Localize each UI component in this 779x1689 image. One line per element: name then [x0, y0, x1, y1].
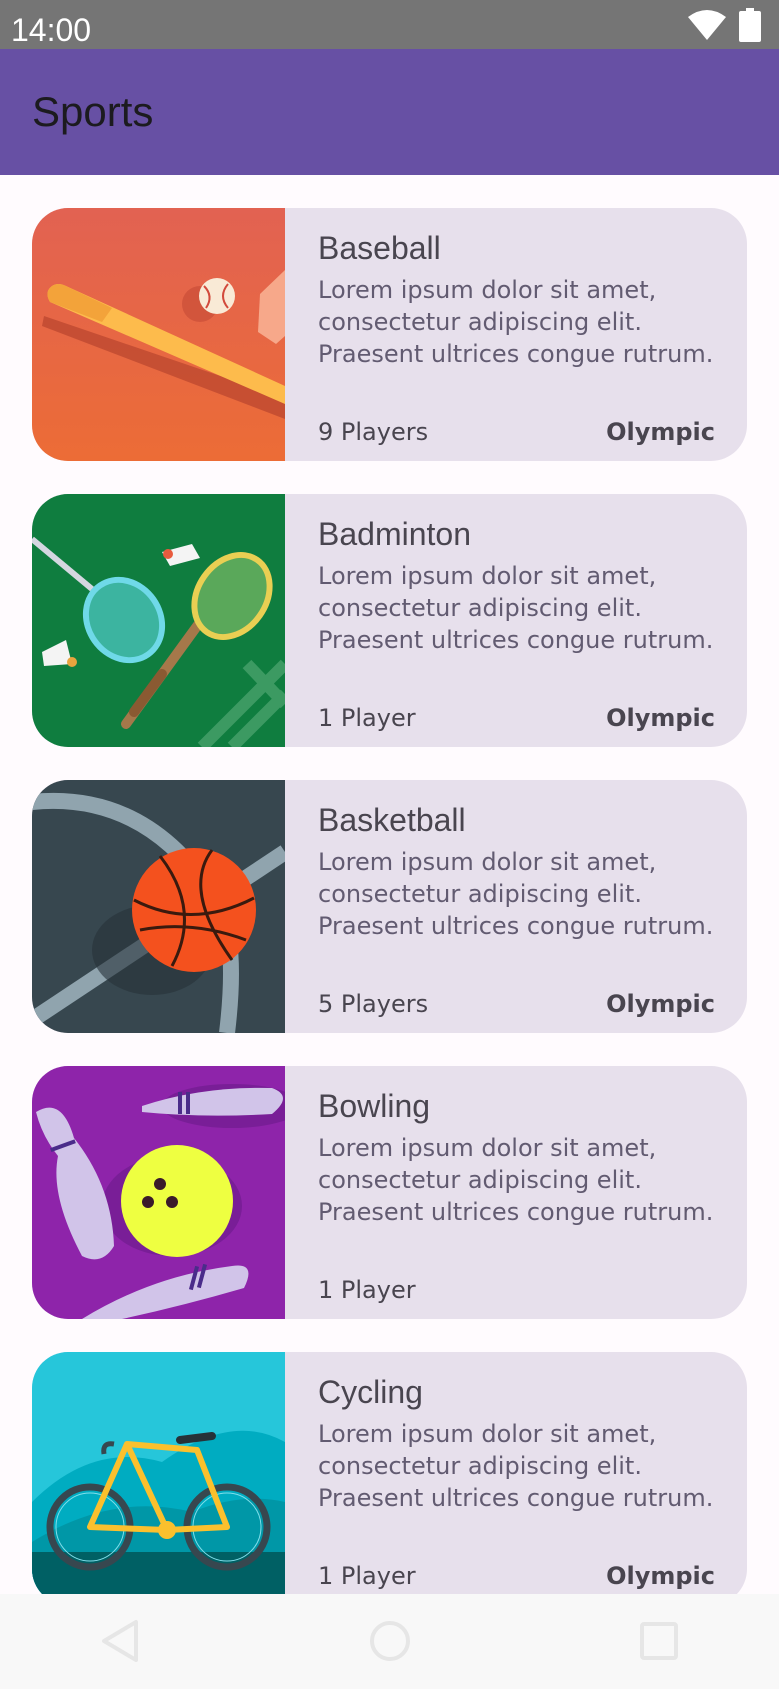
sport-card-basketball[interactable]: Basketball Lorem ipsum dolor sit amet, c… [32, 780, 747, 1033]
system-nav-bar [0, 1594, 779, 1689]
card-olympic-label: Olympic [606, 704, 715, 732]
home-icon[interactable] [365, 1616, 415, 1666]
card-description: Lorem ipsum dolor sit amet, consectetur … [318, 276, 714, 368]
card-olympic-label: Olympic [606, 1562, 715, 1590]
card-description: Lorem ipsum dolor sit amet, consectetur … [318, 562, 714, 654]
battery-icon [739, 8, 761, 47]
card-olympic-label: Olympic [606, 990, 715, 1018]
recents-icon[interactable] [634, 1616, 684, 1666]
card-title: Badminton [318, 516, 471, 552]
wifi-icon [687, 9, 727, 46]
card-description: Lorem ipsum dolor sit amet, consectetur … [318, 848, 714, 940]
card-player-count: 9 Players [318, 418, 429, 446]
baseball-image [32, 208, 285, 461]
status-time: 14:00 [11, 12, 92, 48]
card-title: Baseball [318, 230, 441, 266]
status-icons [687, 8, 761, 47]
sports-list[interactable]: Baseball Lorem ipsum dolor sit amet, con… [0, 175, 779, 1594]
card-title: Bowling [318, 1088, 431, 1124]
card-title: Basketball [318, 802, 466, 838]
sport-card-bowling[interactable]: Bowling Lorem ipsum dolor sit amet, cons… [32, 1066, 747, 1319]
sport-card-baseball[interactable]: Baseball Lorem ipsum dolor sit amet, con… [32, 208, 747, 461]
card-player-count: 1 Player [318, 1562, 416, 1590]
card-olympic-label: Olympic [606, 418, 715, 446]
badminton-image [32, 494, 285, 747]
card-title: Cycling [318, 1374, 423, 1410]
sport-card-badminton[interactable]: Badminton Lorem ipsum dolor sit amet, co… [32, 494, 747, 747]
status-bar: 14:00 [0, 0, 779, 49]
sport-card-cycling[interactable]: Cycling Lorem ipsum dolor sit amet, cons… [32, 1352, 747, 1594]
cycling-image [32, 1352, 285, 1594]
card-player-count: 1 Player [318, 704, 416, 732]
card-player-count: 5 Players [318, 990, 429, 1018]
basketball-image [32, 780, 285, 1033]
top-app-bar: Sports [0, 49, 779, 175]
sports-screen: 14:00 Sports Baseball Lorem ipsum dolor … [0, 0, 779, 1689]
app-title: Sports [32, 88, 154, 135]
card-description: Lorem ipsum dolor sit amet, consectetur … [318, 1420, 714, 1512]
bowling-image [32, 1066, 285, 1319]
back-icon[interactable] [96, 1616, 146, 1666]
card-player-count: 1 Player [318, 1276, 416, 1304]
card-description: Lorem ipsum dolor sit amet, consectetur … [318, 1134, 714, 1226]
